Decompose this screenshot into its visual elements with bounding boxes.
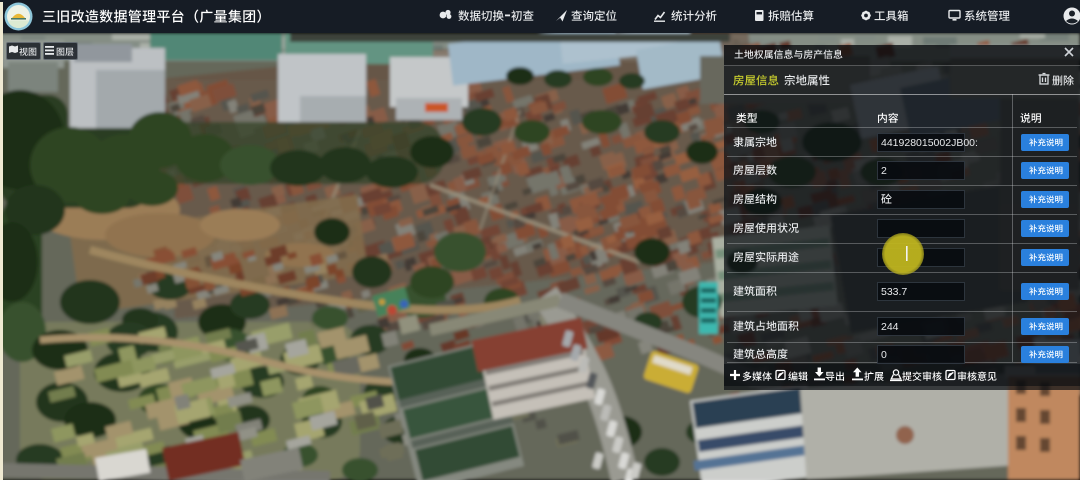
svg-text:533.7: 533.7	[881, 286, 907, 298]
svg-text:2: 2	[881, 165, 887, 177]
svg-text:0: 0	[881, 349, 887, 361]
svg-text:244: 244	[881, 321, 899, 333]
svg-text:441928015002JB00:: 441928015002JB00:	[881, 137, 978, 149]
